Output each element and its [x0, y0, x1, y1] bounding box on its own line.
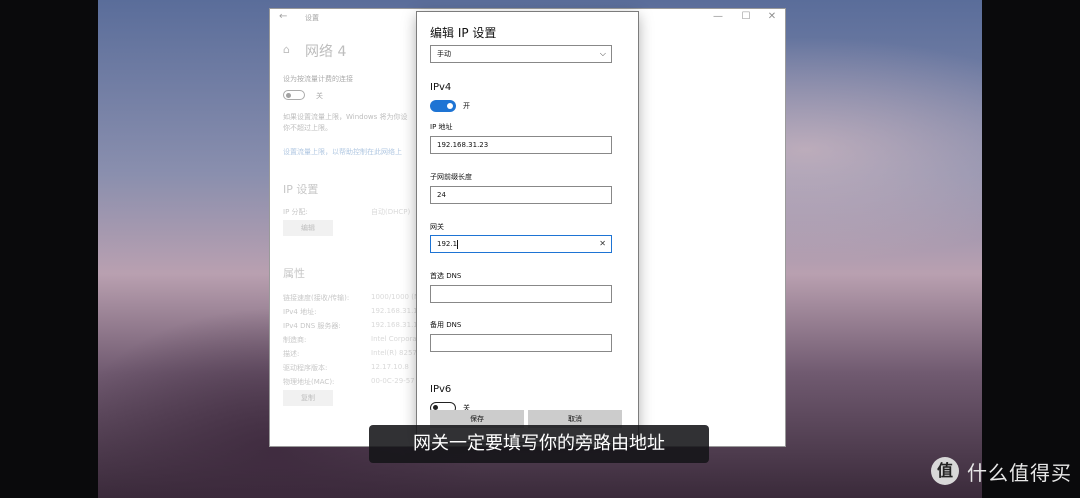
alternate-dns-label: 备用 DNS — [430, 321, 462, 329]
ipv6-label: IPv6 — [430, 384, 452, 395]
subnet-prefix-label: 子网前缀长度 — [430, 173, 472, 181]
preferred-dns-input[interactable] — [430, 285, 612, 303]
ip-address-label: IP 地址 — [430, 123, 453, 131]
smzdm-logo-icon: 值 — [931, 457, 959, 485]
subnet-prefix-input[interactable]: 24 — [430, 186, 612, 204]
preferred-dns-label: 首选 DNS — [430, 272, 462, 280]
alternate-dns-input[interactable] — [430, 334, 612, 352]
dialog-title: 编辑 IP 设置 — [430, 26, 497, 40]
clear-icon[interactable]: ✕ — [599, 236, 606, 252]
watermark-text: 什么值得买 — [967, 460, 1072, 485]
gateway-value: 192.1 — [437, 240, 458, 248]
ip-mode-select[interactable]: 手动 ⌵ — [430, 45, 612, 63]
gateway-label: 网关 — [430, 223, 444, 231]
gateway-input[interactable]: 192.1 ✕ — [430, 235, 612, 253]
subnet-prefix-value: 24 — [437, 191, 446, 199]
ip-address-value: 192.168.31.23 — [437, 141, 489, 149]
chevron-down-icon: ⌵ — [599, 49, 606, 58]
ipv4-toggle-state: 开 — [463, 102, 470, 110]
watermark: 值 什么值得买 — [931, 456, 1072, 486]
ip-address-input[interactable]: 192.168.31.23 — [430, 136, 612, 154]
text-caret — [457, 239, 459, 249]
ipv4-label: IPv4 — [430, 82, 452, 93]
video-subtitle: 网关一定要填写你的旁路由地址 — [369, 425, 709, 463]
ipv4-toggle[interactable] — [430, 100, 456, 112]
ip-mode-value: 手动 — [437, 50, 451, 58]
edit-ip-dialog: 编辑 IP 设置 手动 ⌵ IPv4 开 IP 地址 192.168.31.23… — [417, 12, 638, 442]
